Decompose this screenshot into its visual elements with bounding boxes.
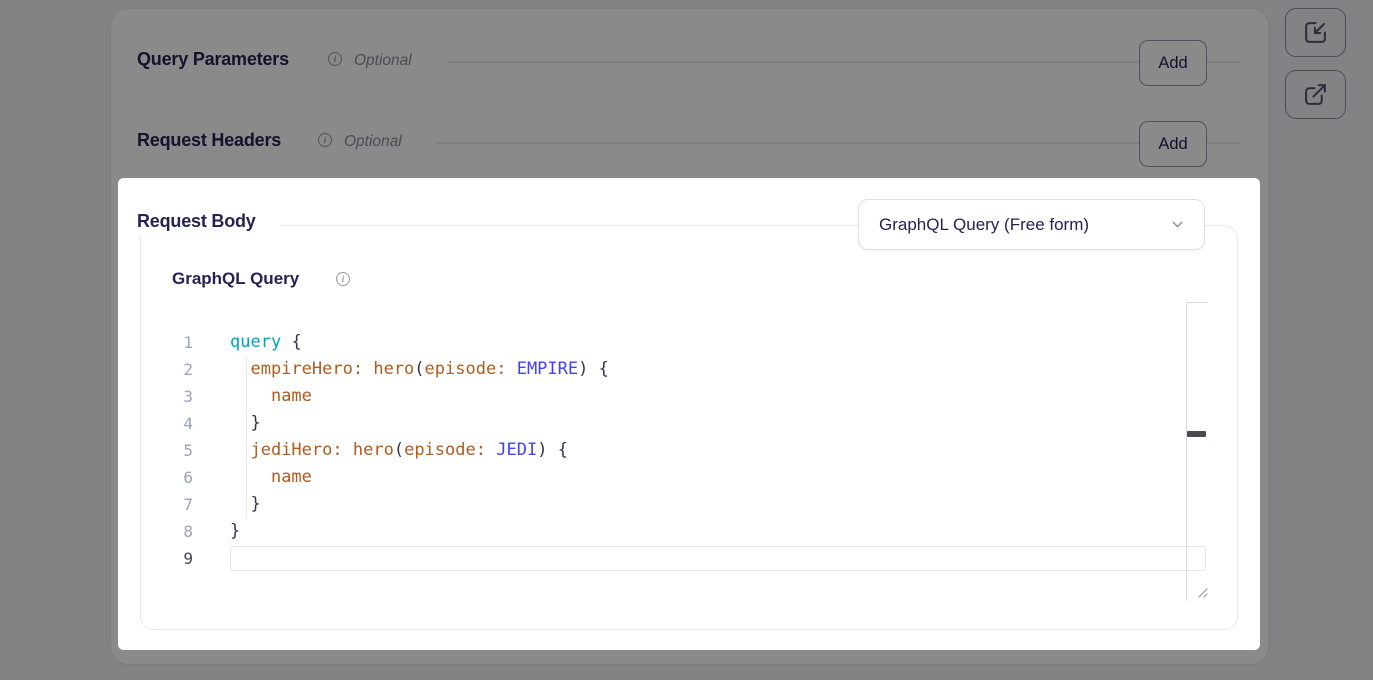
line-number: 6 (118, 464, 193, 491)
request-body-section: Request Body GraphQL Query (Free form) G… (118, 178, 1260, 650)
body-type-selected-value: GraphQL Query (Free form) (879, 215, 1169, 235)
request-body-title: Request Body (137, 209, 256, 233)
chevron-down-icon (1169, 216, 1186, 233)
code-content (230, 546, 1206, 571)
add-query-parameter-button[interactable]: Add (1139, 40, 1207, 86)
code-content: query { (230, 329, 1206, 356)
code-line: 4 } (118, 410, 1260, 437)
square-arrow-in-icon (1303, 20, 1328, 45)
code-content: name (230, 464, 1206, 491)
line-number: 2 (118, 356, 193, 383)
indent-guide (246, 356, 247, 518)
line-number: 1 (118, 329, 193, 356)
line-number: 4 (118, 410, 193, 437)
line-number: 8 (118, 518, 193, 545)
code-content: } (230, 491, 1206, 518)
code-line: 3 name (118, 383, 1260, 410)
line-number: 5 (118, 437, 193, 464)
info-icon[interactable]: i (328, 52, 342, 66)
line-number: 7 (118, 491, 193, 518)
section-divider (437, 142, 1240, 144)
external-link-icon (1303, 82, 1328, 107)
request-headers-title: Request Headers (137, 128, 281, 152)
info-icon[interactable]: i (318, 133, 332, 147)
editor-scrollbar-track[interactable] (1186, 302, 1208, 601)
line-number: 3 (118, 383, 193, 410)
info-icon[interactable]: i (336, 272, 350, 286)
graphql-code-editor[interactable]: 1query {2 empireHero: hero(episode: EMPI… (118, 329, 1260, 572)
code-line: 2 empireHero: hero(episode: EMPIRE) { (118, 356, 1260, 383)
code-lines: 1query {2 empireHero: hero(episode: EMPI… (118, 329, 1260, 572)
optional-label: Optional (354, 49, 412, 73)
code-line: 9 (118, 545, 1260, 572)
body-type-select[interactable]: GraphQL Query (Free form) (858, 199, 1205, 250)
collapse-editor-button[interactable] (1285, 8, 1346, 57)
resize-handle-icon[interactable] (1195, 585, 1209, 604)
code-line: 8} (118, 518, 1260, 545)
line-number: 9 (118, 545, 193, 572)
code-line: 5 jediHero: hero(episode: JEDI) { (118, 437, 1260, 464)
code-content: } (230, 410, 1206, 437)
editor-scrollbar-thumb[interactable] (1187, 431, 1206, 437)
optional-label: Optional (344, 130, 402, 154)
request-builder-page: Query Parameters i Optional Add Request … (0, 0, 1373, 680)
open-external-button[interactable] (1285, 70, 1346, 119)
code-line: 6 name (118, 464, 1260, 491)
code-content: jediHero: hero(episode: JEDI) { (230, 437, 1206, 464)
section-divider (448, 61, 1240, 63)
query-parameters-title: Query Parameters (137, 47, 289, 71)
code-content: } (230, 518, 1206, 545)
code-line: 1 query { (118, 329, 1260, 356)
code-line: 7 } (118, 491, 1260, 518)
request-body-legend: Request Body (118, 205, 281, 237)
add-request-header-button[interactable]: Add (1139, 121, 1207, 167)
code-content: empireHero: hero(episode: EMPIRE) { (230, 356, 1206, 383)
code-content: name (230, 383, 1206, 410)
graphql-query-label: GraphQL Query (172, 268, 299, 290)
